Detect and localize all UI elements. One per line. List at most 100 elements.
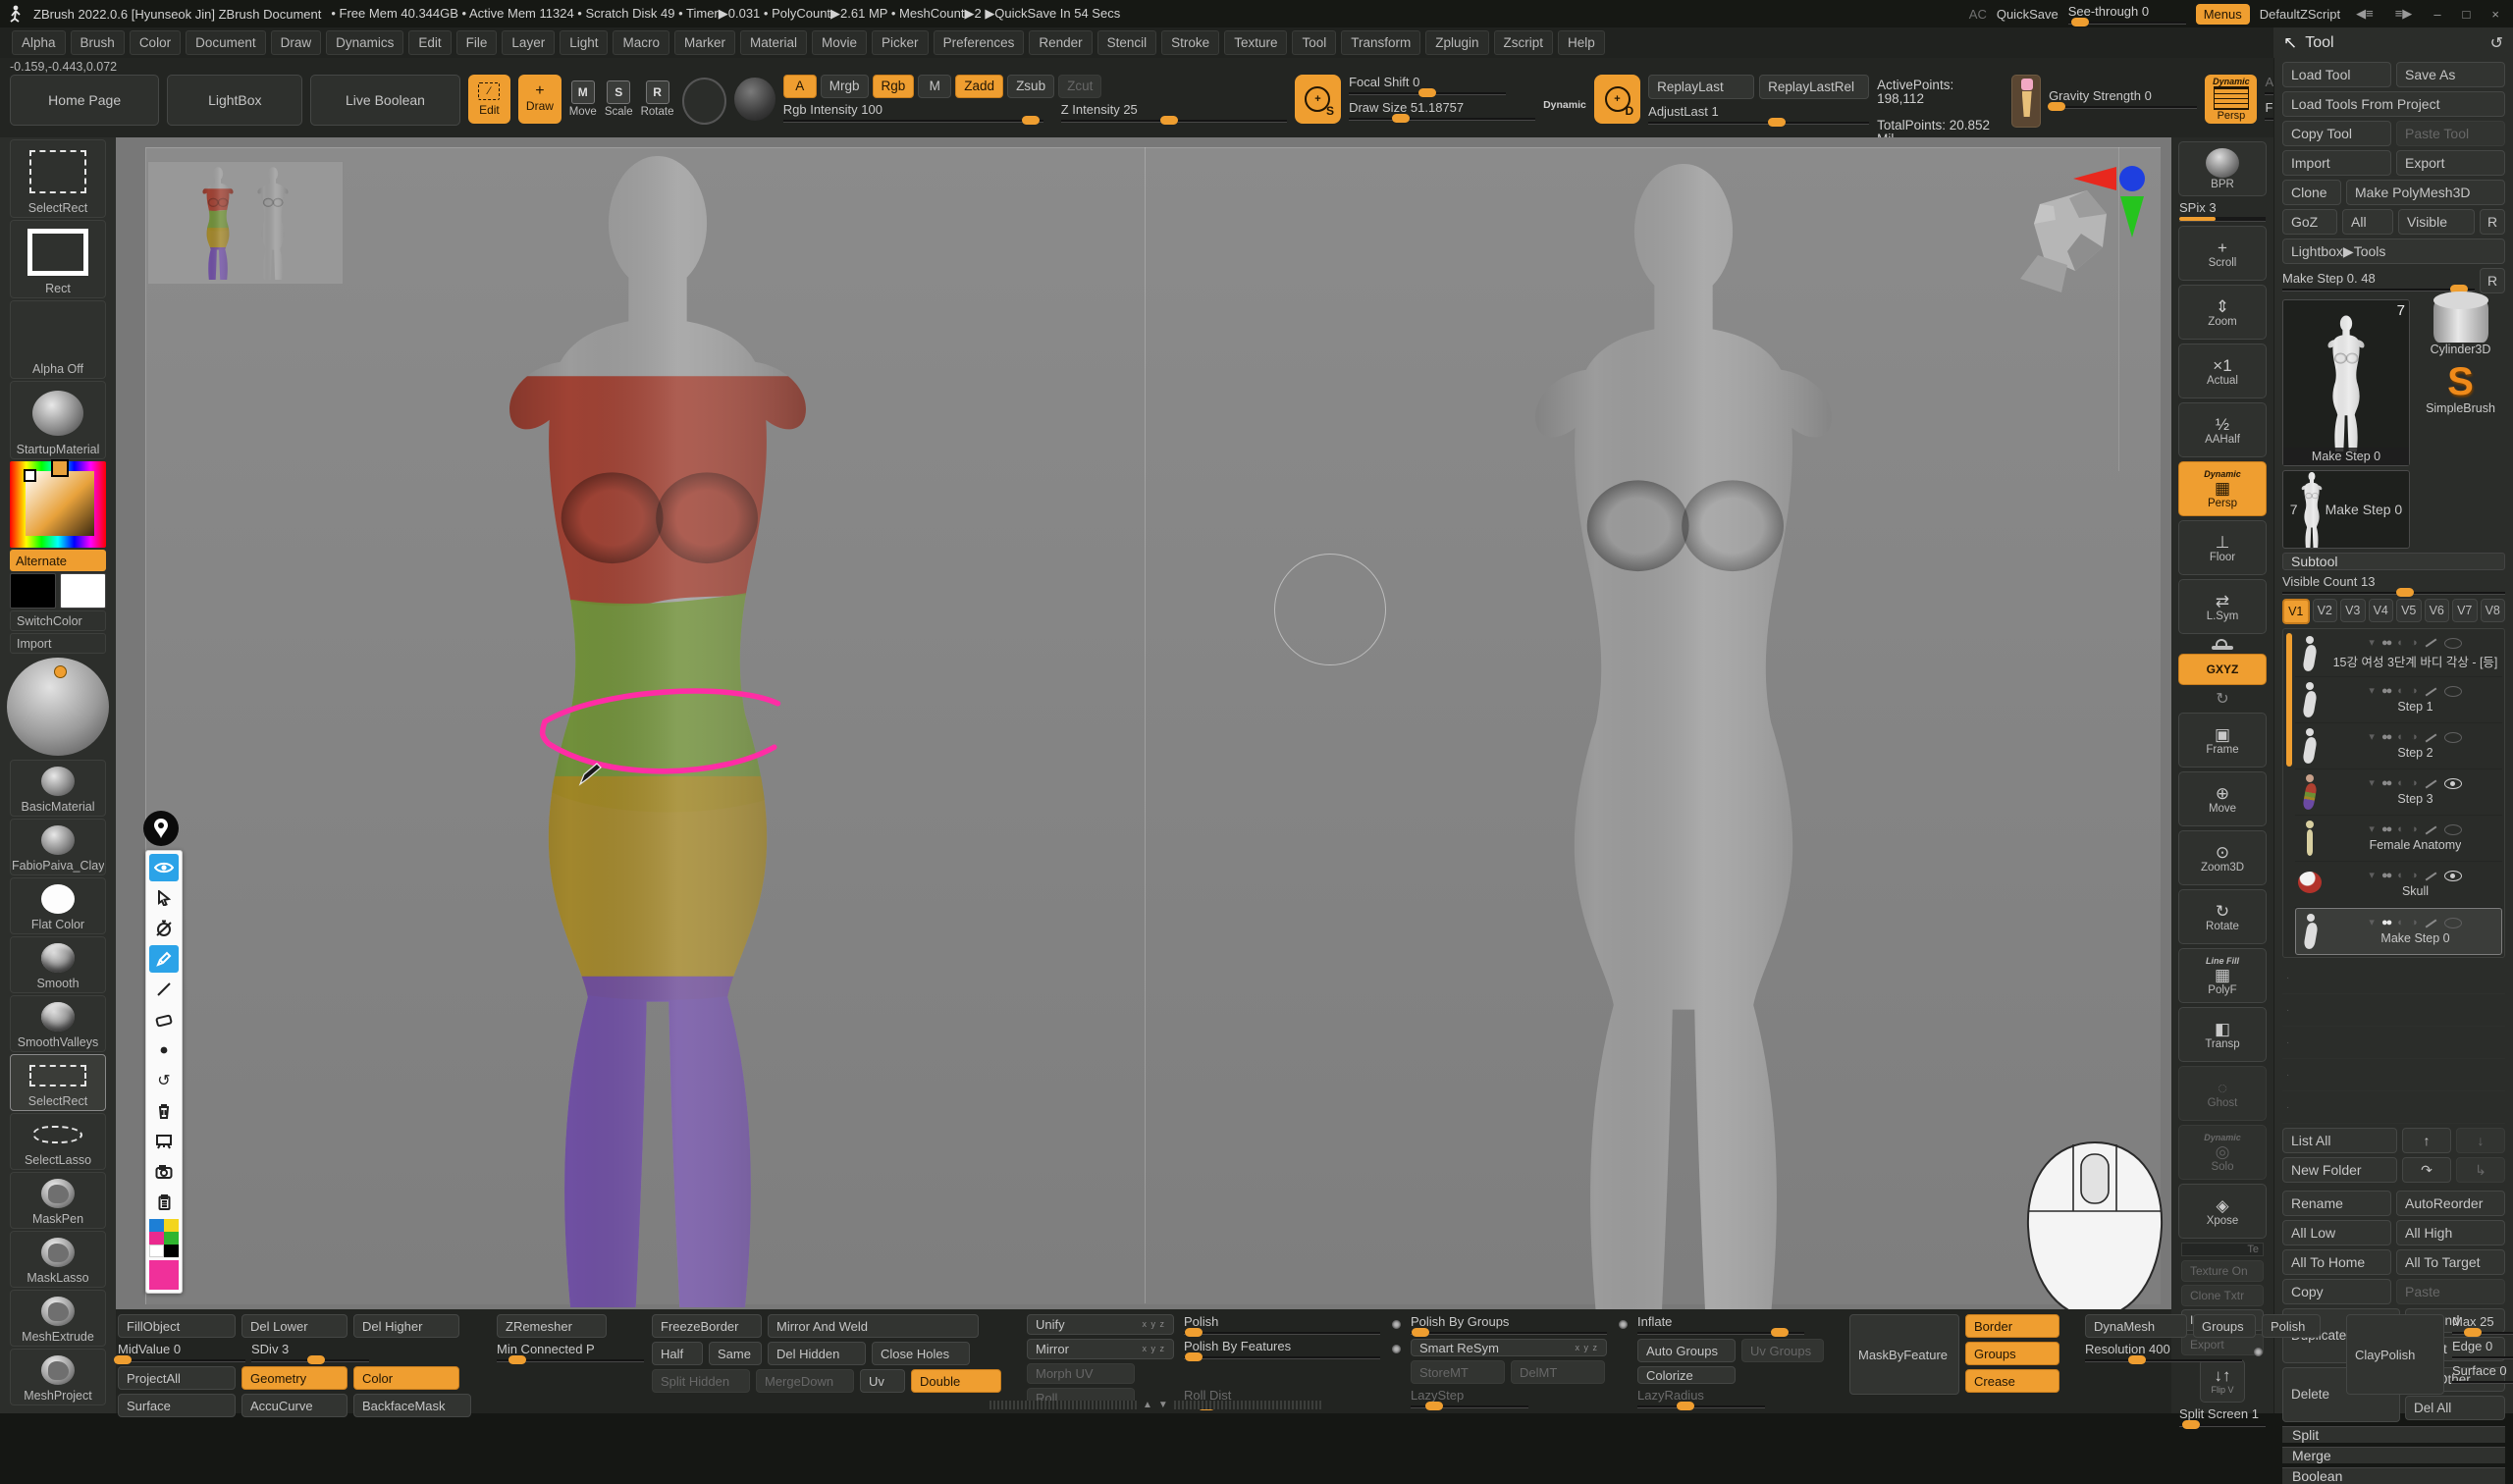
shelf-toggle-button[interactable]: Dynamic ▦ Persp — [2178, 461, 2267, 516]
merge-down-button[interactable]: MergeDown — [756, 1369, 854, 1393]
mirror-and-weld-button[interactable]: Mirror And Weld — [768, 1314, 979, 1338]
accucurve-button[interactable]: AccuCurve — [241, 1394, 348, 1417]
polypaint-icon[interactable]: ●● — [2381, 778, 2390, 789]
gxyz-button[interactable]: GXYZ — [2178, 654, 2267, 685]
scale-button[interactable]: S Scale — [605, 80, 633, 118]
move-button[interactable]: M Move — [569, 80, 597, 118]
morph-uv-button[interactable]: Morph UV — [1027, 1363, 1135, 1384]
texture-action-button[interactable]: Texture On — [2181, 1260, 2264, 1282]
all-low-button[interactable]: All Low — [2282, 1220, 2391, 1246]
tray-item[interactable]: SelectRect — [10, 139, 106, 218]
brush-size-dot-icon[interactable] — [149, 1036, 179, 1064]
minimize-button[interactable]: – — [2428, 7, 2446, 22]
all-to-home-button[interactable]: All To Home — [2282, 1249, 2391, 1275]
dynamic-label[interactable]: Dynamic — [1543, 100, 1586, 111]
menu-item[interactable]: Help — [1558, 30, 1605, 55]
paste-tool-button[interactable]: Paste Tool — [2396, 121, 2505, 146]
divider-left-icon[interactable]: ◀≡ — [2350, 6, 2379, 22]
dynamesh-polish-button[interactable]: Polish — [2262, 1314, 2321, 1338]
shelf-nav-button[interactable]: Dynamic ◎ Solo — [2178, 1125, 2267, 1180]
make-step-r-button[interactable]: R — [2480, 268, 2505, 293]
shelf-nav-button[interactable]: ↻ Rotate — [2178, 889, 2267, 944]
tray-item[interactable]: Rect — [10, 220, 106, 298]
ghost-arrow-icon[interactable]: ▾ — [2369, 871, 2375, 881]
border-button[interactable]: Border — [1965, 1314, 2059, 1338]
saturation-selector-icon[interactable] — [24, 469, 36, 482]
dynamesh-groups-button[interactable]: Groups — [2193, 1314, 2256, 1338]
delmt-button[interactable]: DelMT — [1511, 1360, 1605, 1384]
crease-button[interactable]: Crease — [1965, 1369, 2059, 1393]
orbit-icon[interactable]: ↻ — [2216, 689, 2228, 709]
split-hidden-button[interactable]: Split Hidden — [652, 1369, 750, 1393]
tray-item[interactable]: MeshExtrude — [10, 1290, 106, 1347]
menu-item[interactable]: Stroke — [1161, 30, 1219, 55]
paint-brush-icon[interactable] — [2425, 733, 2436, 742]
subtool-row[interactable]: ▾ ●● ◐ ◑ Female Anatomy — [2295, 816, 2502, 862]
material-half-icon[interactable]: ◑ — [2411, 918, 2418, 928]
mode-button[interactable]: Zsub — [1007, 75, 1054, 98]
claypolish-button[interactable]: ClayPolish — [2346, 1314, 2444, 1395]
adjust-last-slider[interactable]: AdjustLast 1 — [1648, 104, 1869, 125]
shelf-nav-button[interactable]: ▣ Frame — [2178, 713, 2267, 768]
texture-preview-box[interactable]: Te — [2181, 1243, 2264, 1256]
polish-features-toggle[interactable] — [1392, 1345, 1401, 1353]
shelf-toggle-button[interactable]: ⇕ Zoom — [2178, 285, 2267, 340]
polish-by-features-slider[interactable]: Polish By Features — [1184, 1339, 1380, 1359]
ghost-arrow-icon[interactable]: ▾ — [2369, 778, 2375, 789]
dynamesh-button[interactable]: DynaMesh — [2085, 1314, 2187, 1338]
tray-item[interactable]: SelectLasso — [10, 1113, 106, 1170]
focal-shift-slider[interactable]: Focal Shift 0 — [1349, 75, 1506, 95]
divider-right-icon[interactable]: ≡▶ — [2389, 6, 2419, 22]
mode-button[interactable]: M — [918, 75, 951, 98]
line-tool-icon[interactable] — [149, 976, 179, 1003]
menu-item[interactable]: Color — [130, 30, 181, 55]
menu-item[interactable]: Tool — [1292, 30, 1336, 55]
load-tools-from-project-button[interactable]: Load Tools From Project — [2282, 91, 2505, 117]
tray-item[interactable]: FabioPaiva_Clay2 — [10, 819, 106, 875]
same-button[interactable]: Same — [709, 1342, 762, 1365]
tray-item[interactable]: Smooth — [10, 936, 106, 993]
menu-item[interactable]: Layer — [502, 30, 555, 55]
visibility-tab[interactable]: V4 — [2369, 599, 2394, 622]
eraser-tool-icon[interactable] — [149, 1006, 179, 1034]
uv-half-icon[interactable]: ◐ — [2397, 732, 2404, 743]
paint-brush-icon[interactable] — [2425, 872, 2436, 880]
max-slider[interactable]: Max 25 — [2452, 1314, 2513, 1335]
palette-black-swatch[interactable] — [164, 1245, 179, 1257]
split-screen-slider[interactable]: Split Screen 1 — [2179, 1406, 2266, 1427]
move-out-button[interactable]: ↷ — [2402, 1157, 2451, 1183]
persp-button[interactable]: Dynamic Persp — [2205, 75, 2257, 124]
menu-item[interactable]: Document — [186, 30, 266, 55]
list-all-button[interactable]: List All — [2282, 1128, 2397, 1153]
visibility-eye-icon[interactable] — [2444, 871, 2462, 881]
uv-half-icon[interactable]: ◐ — [2397, 918, 2404, 928]
tray-item[interactable]: MeshProject — [10, 1349, 106, 1405]
palette-yellow-swatch[interactable] — [164, 1219, 179, 1232]
replay-last-button[interactable]: ReplayLast — [1648, 75, 1754, 99]
lock-icon[interactable] — [2212, 646, 2233, 650]
move-into-button[interactable]: ↳ — [2456, 1157, 2505, 1183]
sdiv-slider[interactable]: SDiv 3 — [251, 1342, 369, 1362]
material-half-icon[interactable]: ◑ — [2411, 686, 2418, 697]
mask-by-feature-button[interactable]: MaskByFeature — [1849, 1314, 1959, 1395]
edge-slider[interactable]: Edge 0 — [2452, 1339, 2513, 1359]
subtool-row[interactable]: ▾ ●● ◐ ◑ Step 3 — [2295, 769, 2502, 816]
menu-item[interactable]: Movie — [812, 30, 867, 55]
backface-mask-button[interactable]: BackfaceMask — [353, 1394, 471, 1417]
menu-item[interactable]: Transform — [1341, 30, 1420, 55]
menu-item[interactable]: Light — [560, 30, 608, 55]
del-hidden-button[interactable]: Del Hidden — [768, 1342, 866, 1365]
shelf-toggle-button[interactable]: + Scroll — [2178, 226, 2267, 281]
tray-item[interactable]: StartupMaterial — [10, 381, 106, 459]
shelf-nav-button[interactable]: ⊙ Zoom3D — [2178, 830, 2267, 885]
paste-subtool-button[interactable]: Paste — [2396, 1279, 2505, 1304]
resolution-toggle[interactable] — [2254, 1348, 2263, 1356]
tray-item[interactable]: Flat Color — [10, 877, 106, 934]
material-sphere-icon[interactable] — [734, 78, 775, 121]
cylinder3d-tool[interactable]: Cylinder3D — [2416, 299, 2505, 356]
inflate-slider[interactable]: Inflate — [1637, 1314, 1804, 1335]
auto-groups-button[interactable]: Auto Groups — [1637, 1339, 1736, 1362]
polish-slider[interactable]: Polish — [1184, 1314, 1380, 1335]
tray-item[interactable]: SmoothValleys — [10, 995, 106, 1052]
half-button[interactable]: Half — [652, 1342, 703, 1365]
